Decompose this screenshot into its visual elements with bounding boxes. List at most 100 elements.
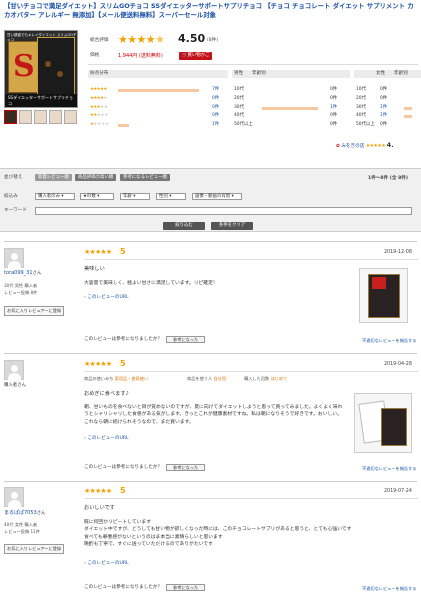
- sort-label: 並び替え: [4, 175, 23, 180]
- reviewer-meta: レビュー投稿 8件: [4, 290, 38, 295]
- thumbnail-4[interactable]: [49, 110, 62, 124]
- sort-tab-helpful[interactable]: 参考になるレビュー順: [120, 174, 170, 181]
- score-row-count[interactable]: 7件: [212, 87, 219, 93]
- reviewer-name[interactable]: まるぱぱ7053さん: [4, 510, 46, 517]
- review-url-link[interactable]: › このレビューのURL: [84, 561, 129, 567]
- select-value: 画像・動画の有無: [195, 194, 231, 199]
- review-score: 5: [120, 359, 126, 368]
- divider: [84, 371, 418, 372]
- review-url-link[interactable]: › このレビューのURL: [84, 436, 129, 442]
- thumbnail-5[interactable]: [64, 110, 77, 124]
- package-black: [37, 37, 75, 99]
- use-value: 実用品・普段使い: [114, 376, 149, 381]
- review-separator: [4, 241, 417, 242]
- age-select[interactable]: 年齢 ▾: [120, 193, 150, 200]
- times-label: 購入した回数: [244, 376, 270, 381]
- score-dist-label: 採点分布: [90, 71, 109, 76]
- san: さん: [32, 271, 42, 276]
- male-age-count: 0件: [330, 113, 338, 119]
- result-count: 1件～8件 (全 8件): [368, 176, 408, 181]
- narrow-button[interactable]: 絞り込む: [163, 222, 205, 230]
- female-age-label: 20代: [356, 95, 366, 101]
- useful-button[interactable]: 参考になった: [166, 584, 206, 591]
- review-url-label: このレビューのURL: [87, 436, 129, 441]
- reviewer-meta: 30代 男性 購入者: [4, 283, 38, 288]
- score-row-count[interactable]: 1件: [212, 122, 219, 128]
- report-link[interactable]: 不適切なレビューを報告する: [362, 338, 416, 344]
- score-row-count[interactable]: 0件: [212, 113, 219, 119]
- review-url-label: このレビューのURL: [87, 295, 129, 300]
- review-url-link[interactable]: › このレビューのURL: [84, 295, 129, 301]
- review-title: おいしいです: [84, 505, 115, 511]
- price-value: 1,944円 (送料無料): [118, 53, 163, 59]
- score-row-count[interactable]: 0件: [212, 105, 219, 111]
- female-age-count[interactable]: 1件: [380, 105, 387, 111]
- review-image-label: [372, 277, 386, 289]
- male-age-label: 30代: [234, 104, 244, 110]
- sort-tab-rating[interactable]: 商品評価が高い順: [75, 174, 117, 181]
- chevron-right-icon: ›: [84, 561, 86, 566]
- add-to-cart-button[interactable]: 🛒買い物かご: [179, 52, 213, 60]
- thumbnail-1[interactable]: [4, 110, 17, 124]
- useful-button[interactable]: 参考になった: [166, 464, 206, 471]
- username: 購入者: [4, 383, 18, 388]
- female-age-count: 0件: [380, 122, 388, 128]
- buyer-only-select[interactable]: 購入者のみ ▾: [35, 193, 75, 200]
- cart-label: 買い物かご: [187, 53, 210, 58]
- female-age-count[interactable]: 1件: [380, 113, 387, 119]
- gender-select[interactable]: 性別 ▾: [156, 193, 186, 200]
- review-stars-icon: ★★★★★: [84, 487, 112, 495]
- male-label: 男性: [234, 71, 244, 76]
- keyword-label: キーワード: [4, 208, 27, 213]
- male-age-count: 0件: [330, 95, 338, 101]
- thumbnail-2[interactable]: [19, 110, 32, 124]
- female-age-label: 30代: [356, 104, 366, 110]
- male-age-count[interactable]: 1件: [330, 105, 337, 111]
- review-score: 5: [120, 247, 126, 256]
- female-age-label: 年齢別: [394, 71, 408, 76]
- score-row-bar: [118, 124, 130, 128]
- favorite-reviewer-button[interactable]: お気に入りレビュアーに登録: [4, 306, 65, 316]
- male-age-label: 50代以上: [234, 122, 253, 128]
- review-separator: [4, 353, 417, 354]
- male-age-count: 0件: [330, 87, 338, 92]
- shop-stars-icon: ★★★★★: [365, 143, 386, 149]
- rating-count[interactable]: (8件): [207, 38, 218, 44]
- useful-button[interactable]: 参考になった: [166, 336, 206, 343]
- review-attributes: 商品を使う人 自分用: [187, 376, 226, 382]
- keyword-input[interactable]: [35, 207, 412, 215]
- clear-button[interactable]: 条件をクリア: [211, 222, 253, 230]
- used-value: 自分用: [213, 376, 227, 381]
- shop-badge[interactable]: ✿ みをぎの店 ★★★★★ 4.: [336, 141, 394, 150]
- favorite-reviewer-button[interactable]: お気に入りレビュアーに登録: [4, 544, 65, 554]
- score-dist-header: [88, 70, 228, 78]
- male-age-label: 10代: [234, 87, 244, 92]
- score-row-bar: [118, 89, 199, 92]
- review-image[interactable]: [354, 393, 412, 453]
- score-row-count[interactable]: 0件: [212, 96, 219, 102]
- female-age-bar: [404, 106, 412, 110]
- score-row-stars-icon: ★★★★★: [90, 95, 108, 101]
- reviewer-meta: 40代 女性 購入者: [4, 522, 38, 527]
- male-header: [232, 70, 350, 78]
- media-select[interactable]: 画像・動画の有無 ▾: [192, 193, 242, 200]
- chevron-right-icon: ›: [84, 436, 86, 441]
- score-row-stars-icon: ★★★★★: [90, 122, 110, 128]
- review-separator: [4, 481, 417, 482]
- product-main-image[interactable]: 甘い誘惑でもキレイダイエット スリムGOチョコ S SSダイエッターサポートサプ…: [4, 30, 78, 108]
- star-count-select[interactable]: ★の数 ▾: [80, 193, 114, 200]
- review-score: 5: [120, 486, 126, 495]
- shop-score: 4.: [386, 141, 394, 149]
- select-value: 性別: [159, 194, 168, 199]
- product-title[interactable]: 【甘いチョコで満足ダイエット】スリムGOチョコ SSダイエッターサポートサプリチ…: [4, 2, 418, 21]
- sort-tab-newest[interactable]: 新着レビュー順: [35, 174, 72, 181]
- use-label: 商品の使いみち: [84, 376, 114, 381]
- review-image[interactable]: [359, 268, 408, 323]
- divider: [84, 259, 418, 260]
- report-link[interactable]: 不適切なレビューを報告する: [362, 466, 416, 472]
- review-date: 2019-12-08: [384, 250, 412, 255]
- reviewer-name[interactable]: tora099_31さん: [4, 270, 41, 277]
- female-age-label: 40代: [356, 113, 366, 119]
- thumbnail-3[interactable]: [34, 110, 47, 124]
- report-link[interactable]: 不適切なレビューを報告する: [362, 586, 416, 592]
